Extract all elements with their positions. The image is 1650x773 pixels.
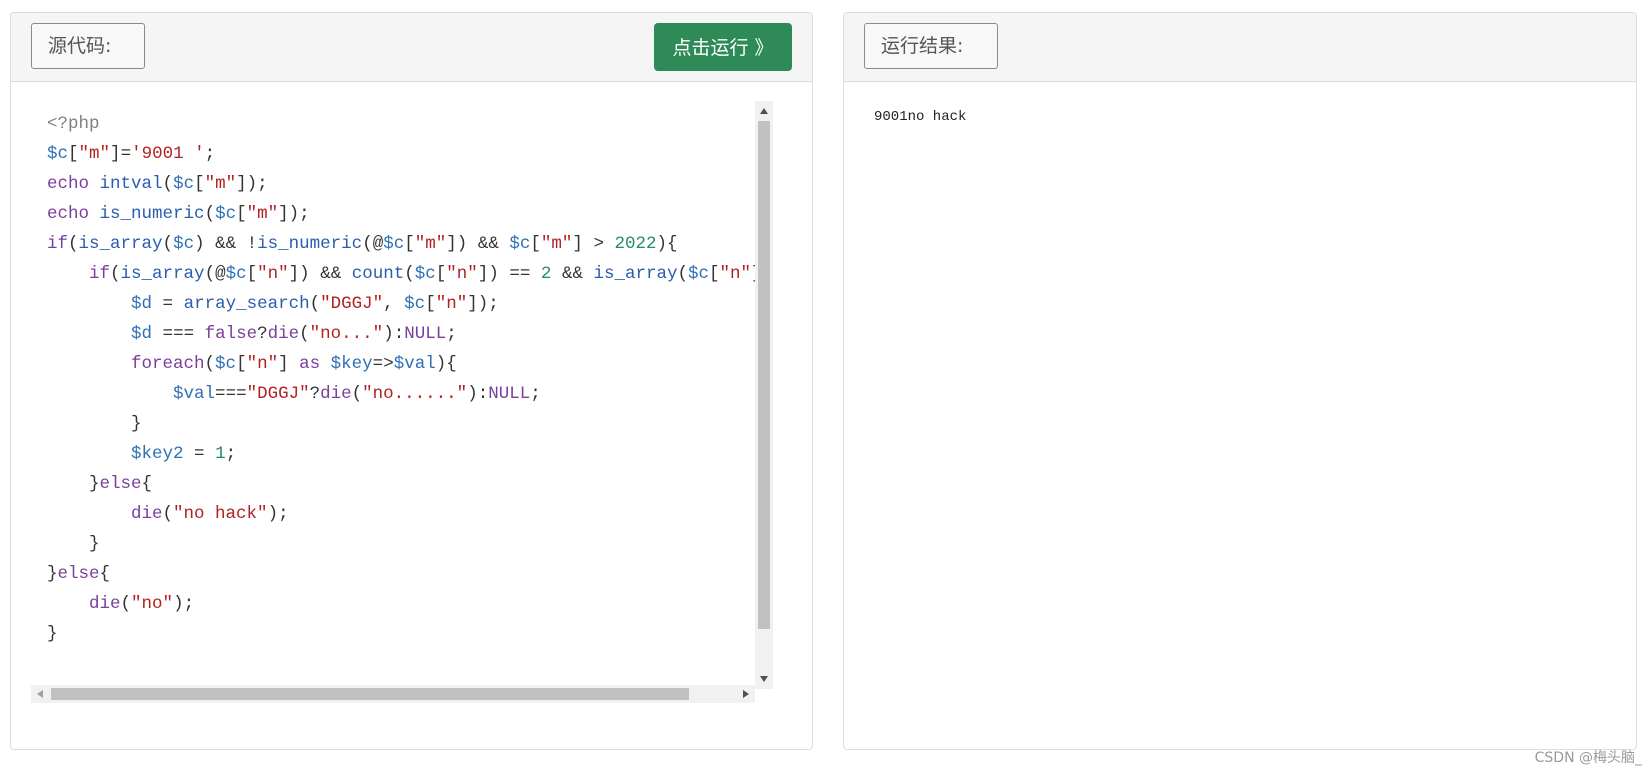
code-line: if(is_array(@$c["n"]) && count($c["n"]) … xyxy=(89,264,773,284)
code-line: <?php xyxy=(47,114,100,134)
run-result-label: 运行结果: xyxy=(864,23,998,69)
source-code-panel: 源代码: 点击运行 》 <?php $c["m"]='9001 '; echo … xyxy=(10,12,813,750)
code-line: } xyxy=(131,414,142,434)
code-line: $key2 = 1; xyxy=(131,444,237,464)
code-line: }else{ xyxy=(89,474,153,494)
code-line: echo is_numeric($c["m"]); xyxy=(47,204,310,224)
code-line: die("no"); xyxy=(89,594,195,614)
code-line: } xyxy=(47,624,58,644)
scroll-left-arrow-icon[interactable] xyxy=(37,690,43,698)
horizontal-scroll-thumb[interactable] xyxy=(51,688,689,700)
code-line: }else{ xyxy=(47,564,111,584)
result-panel: 运行结果: 9001no hack xyxy=(843,12,1637,750)
code-line: $c["m"]='9001 '; xyxy=(47,144,216,164)
run-output: 9001no hack xyxy=(874,109,967,125)
code-content[interactable]: <?php $c["m"]='9001 '; echo intval($c["m… xyxy=(47,109,773,709)
scroll-right-arrow-icon[interactable] xyxy=(743,690,749,698)
code-line: $val==="DGGJ"?die("no......"):NULL; xyxy=(173,384,541,404)
vertical-scroll-thumb[interactable] xyxy=(758,121,770,629)
run-button[interactable]: 点击运行 》 xyxy=(654,23,792,71)
code-line: $d === false?die("no..."):NULL; xyxy=(131,324,457,344)
scroll-up-arrow-icon[interactable] xyxy=(760,108,768,114)
code-editor[interactable]: <?php $c["m"]='9001 '; echo intval($c["m… xyxy=(31,101,773,731)
source-panel-header: 源代码: 点击运行 》 xyxy=(11,13,812,82)
code-line: if(is_array($c) && !is_numeric(@$c["m"])… xyxy=(47,234,678,254)
scroll-down-arrow-icon[interactable] xyxy=(760,676,768,682)
vertical-scrollbar[interactable] xyxy=(755,101,773,689)
code-line: echo intval($c["m"]); xyxy=(47,174,268,194)
result-panel-header: 运行结果: xyxy=(844,13,1636,82)
watermark: CSDN @梅头脑_ xyxy=(1534,750,1642,766)
code-line: $d = array_search("DGGJ", $c["n"]); xyxy=(131,294,499,314)
horizontal-scrollbar[interactable] xyxy=(31,685,755,703)
code-line: foreach($c["n"] as $key=>$val){ xyxy=(131,354,457,374)
code-line: die("no hack"); xyxy=(131,504,289,524)
code-line: } xyxy=(89,534,100,554)
source-code-label: 源代码: xyxy=(31,23,145,69)
